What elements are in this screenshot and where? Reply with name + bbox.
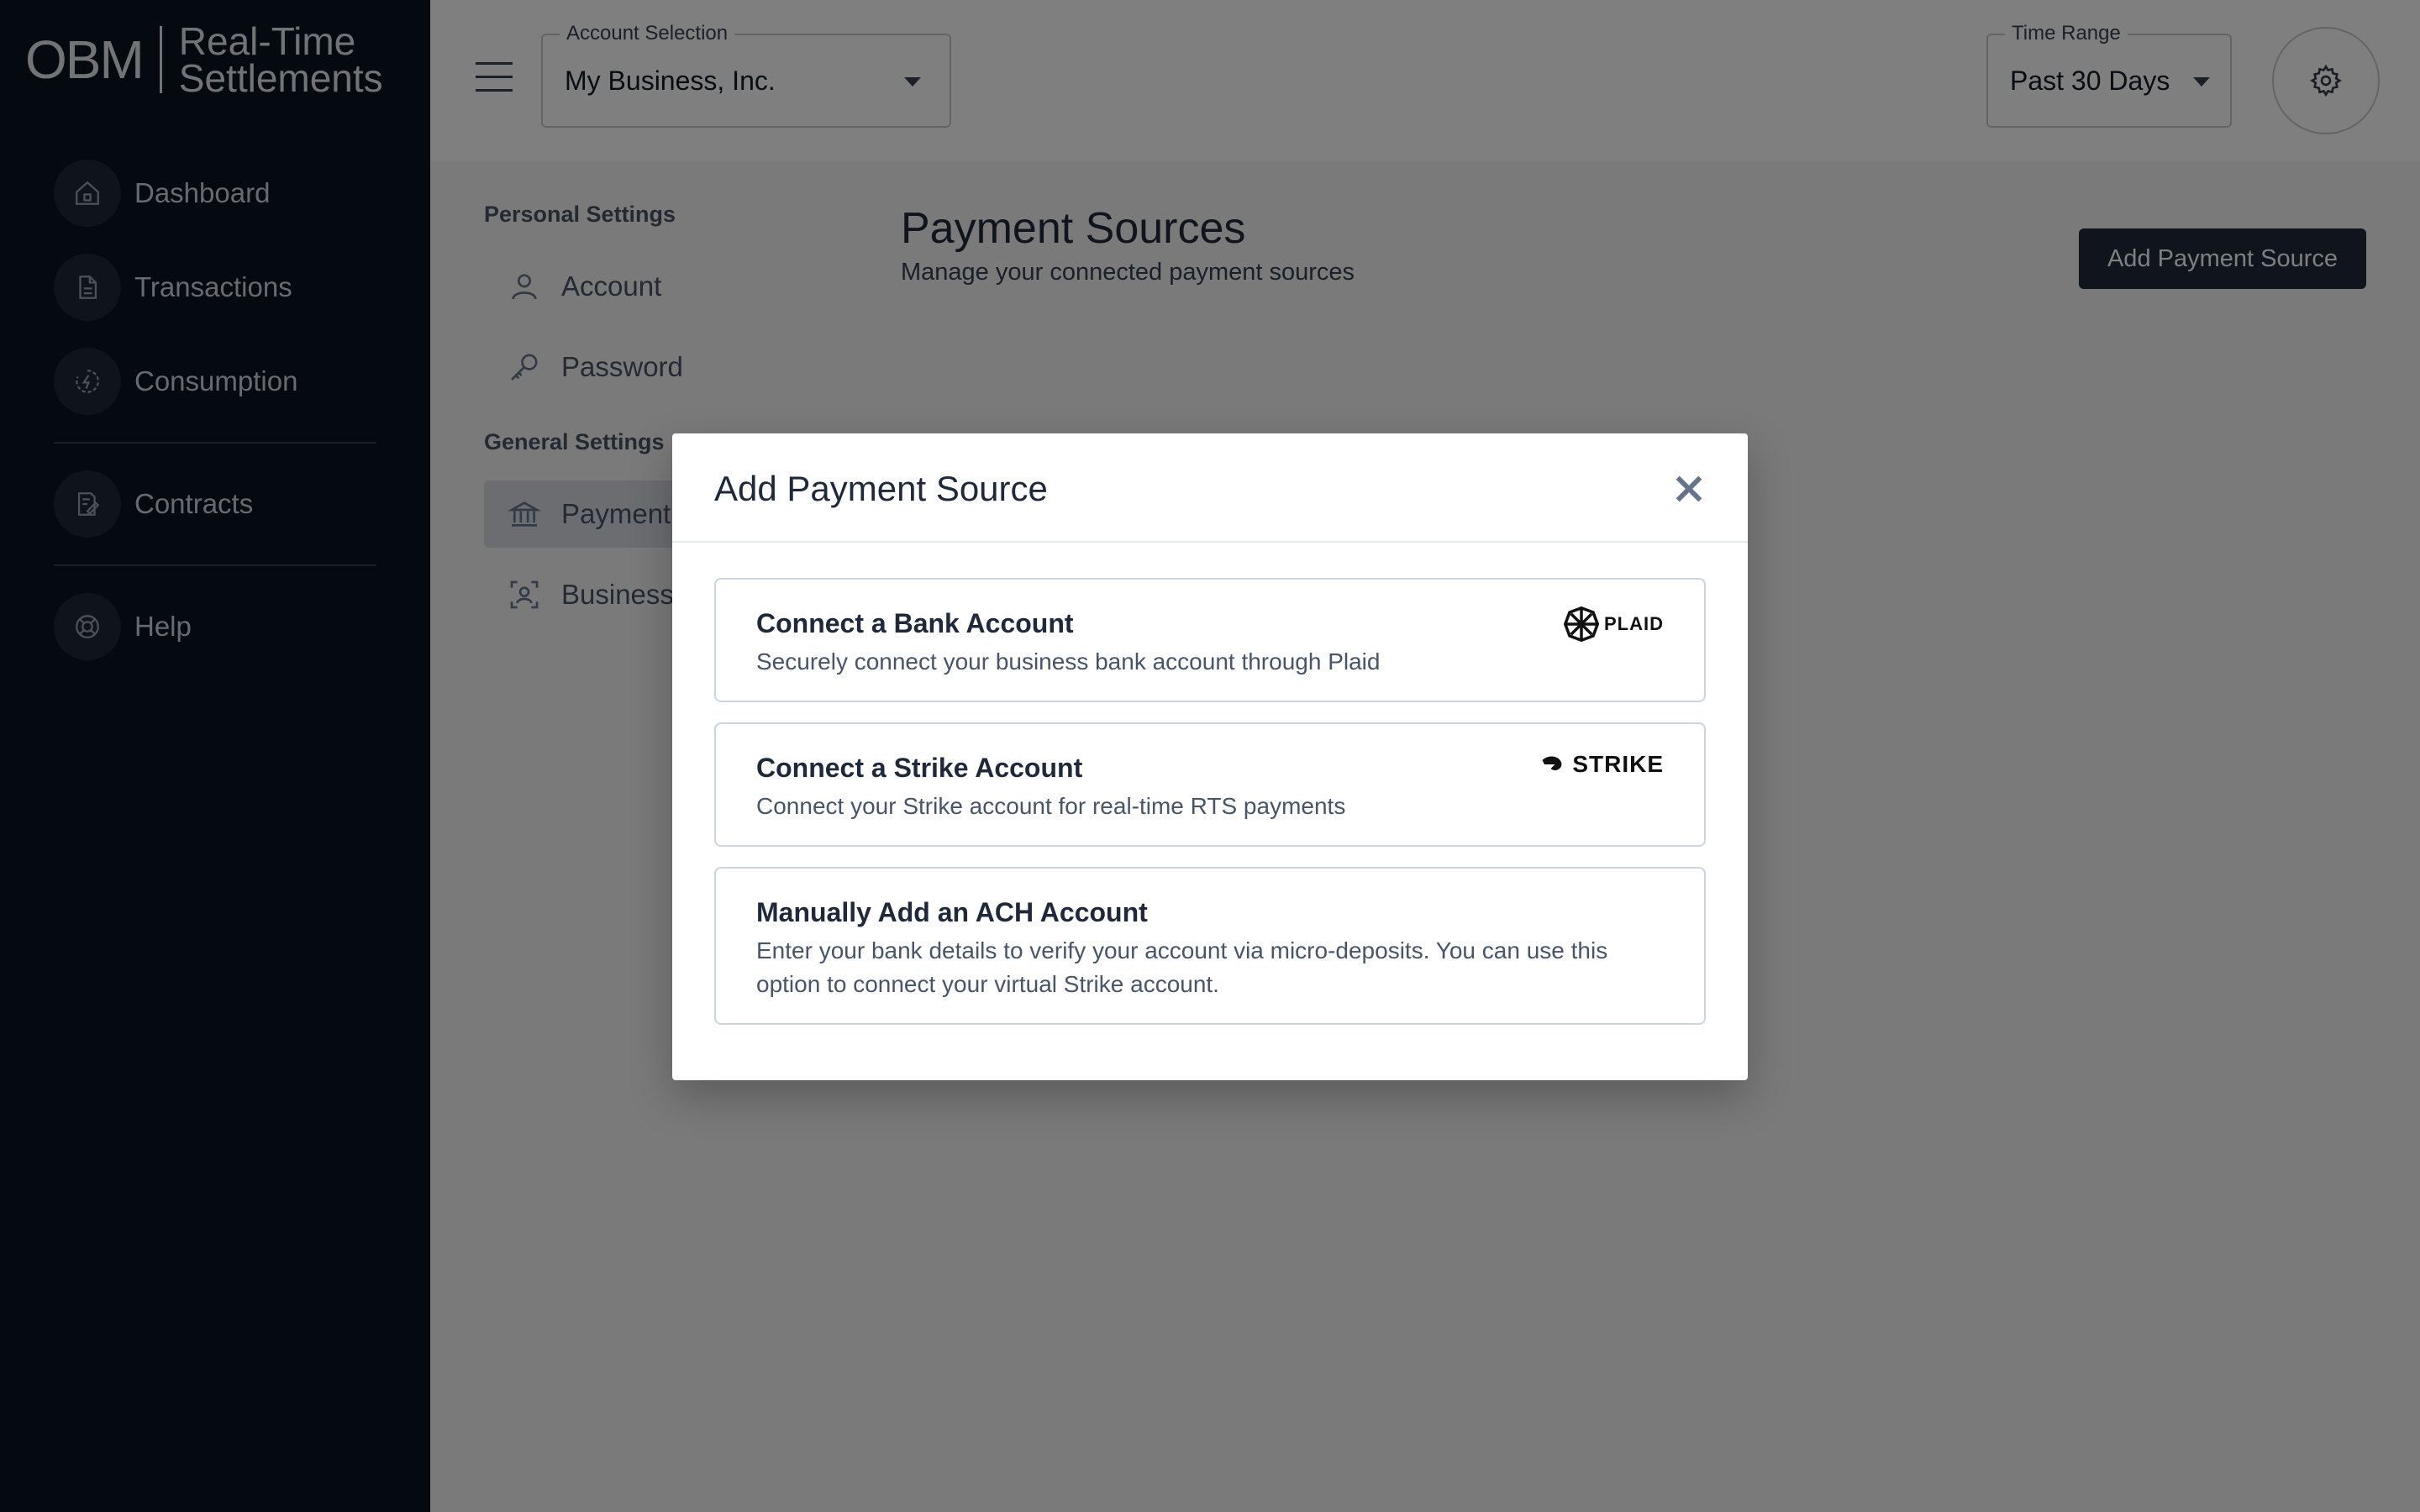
option-description: Securely connect your business bank acco… (756, 648, 1381, 675)
manual-ach-account-option[interactable]: Manually Add an ACH Account Enter your b… (714, 867, 1706, 1025)
plaid-wordmark: PLAID (1604, 613, 1664, 634)
option-title: Connect a Bank Account (756, 608, 1074, 638)
close-button[interactable] (1672, 472, 1706, 506)
add-payment-source-dialog: Add Payment Source Connect a Bank Accoun… (672, 433, 1748, 1080)
close-icon (1676, 475, 1702, 502)
option-description: Enter your bank details to verify your a… (756, 937, 1608, 997)
connect-strike-account-option[interactable]: Connect a Strike Account Connect your St… (714, 722, 1706, 847)
plaid-logo: PLAID (1564, 606, 1664, 642)
option-description: Connect your Strike account for real-tim… (756, 793, 1346, 819)
dialog-header: Add Payment Source (672, 433, 1748, 543)
dialog-title: Add Payment Source (714, 469, 1048, 508)
strike-wordmark: STRIKE (1572, 751, 1664, 777)
connect-bank-account-option[interactable]: Connect a Bank Account Securely connect … (714, 578, 1706, 702)
strike-mark-icon (1542, 756, 1562, 771)
option-title: Manually Add an ACH Account (756, 897, 1148, 927)
option-title: Connect a Strike Account (756, 753, 1083, 783)
strike-logo: STRIKE (1540, 751, 1664, 778)
plaid-mark-icon (1564, 606, 1599, 642)
